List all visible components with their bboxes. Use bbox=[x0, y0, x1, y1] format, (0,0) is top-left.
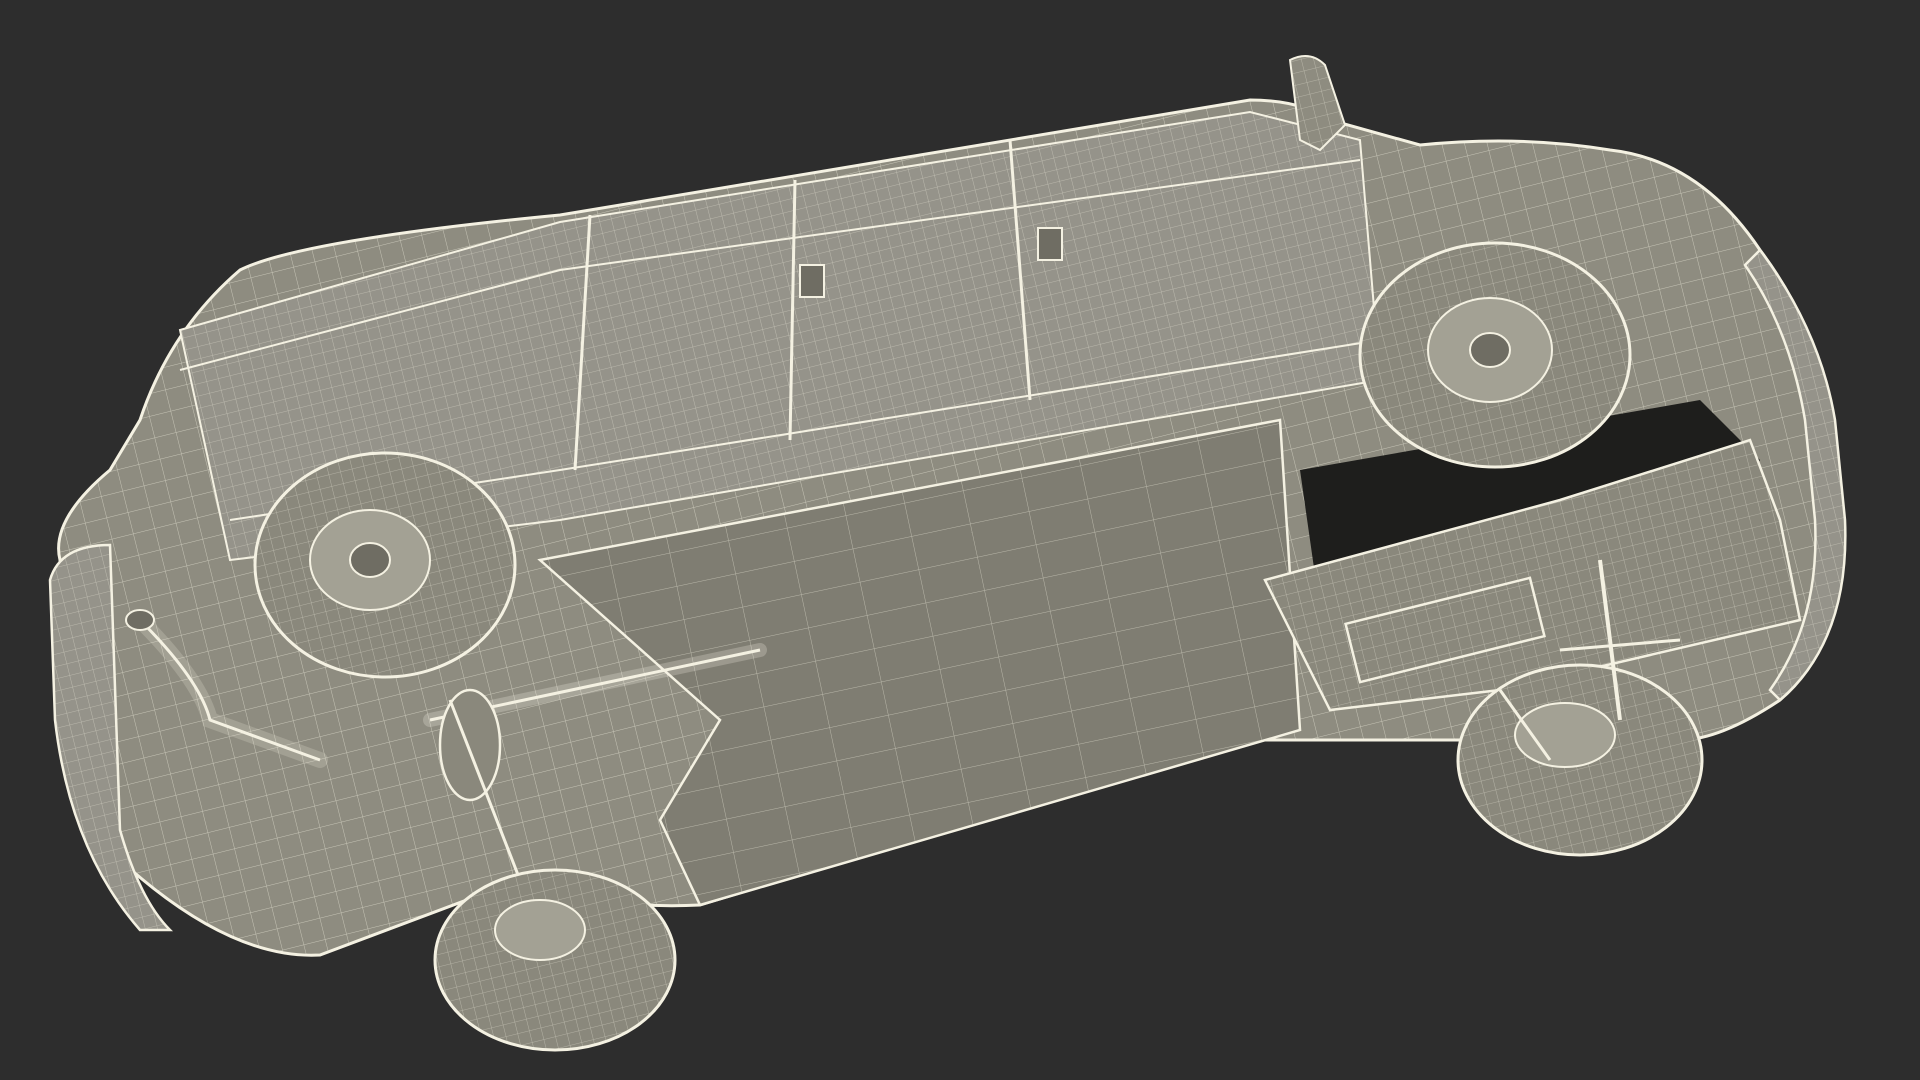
wheel-rear-upper bbox=[253, 451, 517, 679]
wheel-front-upper bbox=[1358, 241, 1632, 469]
door-handle bbox=[799, 264, 825, 298]
wheel-rear-lower bbox=[433, 868, 677, 1052]
door-handle bbox=[1037, 227, 1063, 261]
wheel-front-lower bbox=[1456, 663, 1704, 857]
wheel-hub bbox=[494, 899, 586, 961]
wireframe-van-underside-render bbox=[0, 0, 1920, 1080]
differential bbox=[438, 688, 502, 802]
wheel-hub bbox=[1514, 702, 1616, 768]
